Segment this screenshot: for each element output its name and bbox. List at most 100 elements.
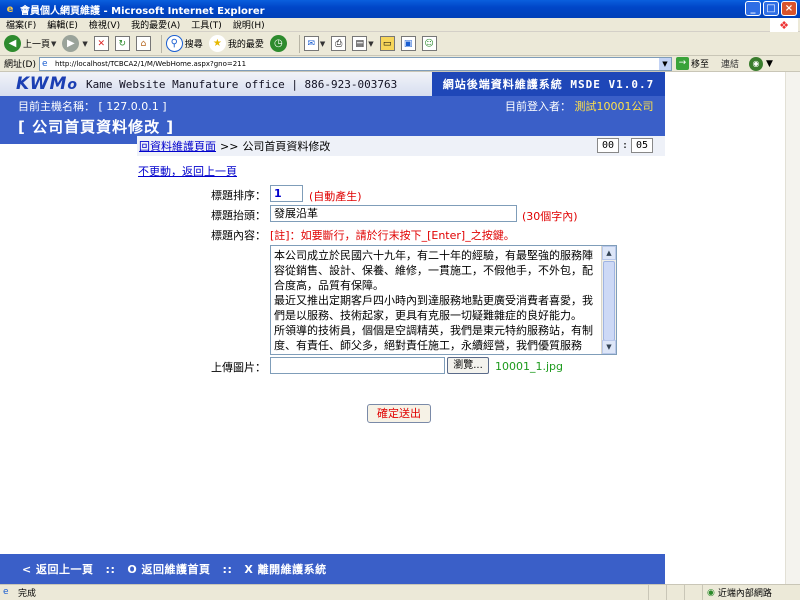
order-input[interactable]: 1 — [270, 185, 303, 202]
logo-text: KWM — [16, 74, 68, 94]
menu-help[interactable]: 說明(H) — [233, 18, 265, 31]
mail-icon: ✉ — [303, 36, 319, 51]
site-logo: KWMo — [16, 74, 78, 94]
page-icon: e — [41, 58, 48, 69]
go-button[interactable]: → 移至 — [675, 57, 709, 70]
textarea-scrollbar[interactable]: ▲ ▼ — [601, 246, 616, 354]
security-zone: ◉ 近端內部網路 — [702, 585, 800, 600]
research-button[interactable]: ▣ — [400, 34, 416, 54]
discuss-button[interactable]: ▭ — [379, 34, 395, 54]
page-scrollbar[interactable] — [785, 72, 800, 584]
order-hint: (自動產生) — [309, 190, 362, 203]
folder-icon: ▭ — [379, 36, 395, 51]
content-note: [註]：如要斷行，請於行末按下_[Enter]_之按鍵。 — [270, 229, 515, 242]
menu-edit[interactable]: 編輯(E) — [47, 18, 78, 31]
status-cell — [648, 585, 666, 600]
title-label: 標題抬頭： — [211, 209, 266, 222]
messenger-button[interactable]: ☺ — [421, 34, 437, 54]
footer-separator: :: — [222, 562, 233, 576]
address-bar: 網址(D) e http://localhost/TCBCA2/1/M/WebH… — [0, 56, 800, 72]
stop-button[interactable]: ✕ — [93, 34, 109, 54]
browse-button[interactable]: 瀏覽... — [447, 357, 489, 374]
chevron-down-icon: ▼ — [51, 39, 57, 48]
status-cell — [666, 585, 684, 600]
addon-icon[interactable]: ◉ — [748, 56, 763, 71]
window-title: 會員個人網頁維護 - Microsoft Internet Explorer — [20, 5, 265, 17]
history-icon: ◷ — [269, 35, 287, 52]
breadcrumb-link-maintenance[interactable]: 回資料維護頁面 — [139, 138, 216, 154]
logo-suffix: o — [67, 77, 79, 93]
links-button[interactable]: 連結 — [721, 57, 739, 70]
maximize-button[interactable]: □ — [763, 1, 779, 16]
page-viewport: KWMo Kame Website Manufature office | 88… — [0, 72, 785, 584]
search-button[interactable]: ⚲ 搜尋 — [165, 34, 203, 54]
system-name: 網站後端資料維護系統 MSDE V1.0.7 — [432, 72, 665, 96]
minimize-button[interactable]: _ — [745, 1, 761, 16]
home-button[interactable]: ⌂ — [135, 34, 151, 54]
close-button[interactable]: × — [781, 1, 797, 16]
scroll-down-icon[interactable]: ▼ — [602, 340, 616, 354]
host-label: 目前主機名稱： — [18, 100, 95, 113]
submit-button[interactable]: 確定送出 — [367, 404, 431, 423]
addon-buttons: ◉ ▼ — [748, 56, 773, 71]
user-info: 目前登入者： 測試10001公司 — [505, 98, 654, 114]
refresh-icon: ↻ — [114, 36, 130, 51]
favorites-button[interactable]: ★ 我的最愛 — [208, 34, 264, 54]
back-button[interactable]: ◀ 上一頁 ▼ — [4, 34, 56, 54]
address-input[interactable]: e http://localhost/TCBCA2/1/M/WebHome.as… — [38, 56, 672, 71]
edit-button[interactable]: ▤ ▼ — [352, 34, 374, 54]
footer-exit-link[interactable]: X 離開維護系統 — [244, 561, 326, 577]
research-icon: ▣ — [400, 36, 416, 51]
back-no-change-link[interactable]: 不更動，返回上一頁 — [138, 163, 237, 179]
scroll-up-icon[interactable]: ▲ — [602, 246, 616, 260]
page-done-icon: e — [3, 586, 9, 597]
messenger-icon: ☺ — [421, 36, 437, 51]
toolbar-divider — [298, 34, 300, 53]
stop-icon: ✕ — [93, 36, 109, 51]
ie-logo-icon: e — [6, 3, 14, 15]
breadcrumb-separator: >> — [220, 139, 239, 153]
window-titlebar: e 會員個人網頁維護 - Microsoft Internet Explorer… — [0, 0, 800, 18]
forward-arrow-icon: ▶ — [62, 35, 80, 52]
edit-icon: ▤ — [352, 36, 368, 51]
print-button[interactable]: ⎙ — [331, 34, 347, 54]
mail-button[interactable]: ✉ ▼ — [303, 34, 326, 54]
menu-view[interactable]: 檢視(V) — [89, 18, 120, 31]
star-icon: ★ — [208, 35, 226, 52]
order-label: 標題排序： — [211, 189, 266, 202]
refresh-button[interactable]: ↻ — [114, 34, 130, 54]
menu-bar: 檔案(F) 編輯(E) 檢視(V) 我的最愛(A) 工具(T) 說明(H) — [0, 18, 800, 32]
menu-favorites[interactable]: 我的最愛(A) — [131, 18, 180, 31]
title-hint: (30個字內) — [522, 210, 578, 223]
go-arrow-icon: → — [675, 57, 689, 70]
status-text: 完成 — [18, 589, 37, 599]
footer-home-link[interactable]: O 返回維護首頁 — [127, 561, 210, 577]
menu-tools[interactable]: 工具(T) — [191, 18, 222, 31]
menu-file[interactable]: 檔案(F) — [6, 18, 36, 31]
footer-back-link[interactable]: < 返回上一頁 — [22, 561, 94, 577]
history-button[interactable]: ◷ — [269, 34, 289, 54]
browser-toolbar: ◀ 上一頁 ▼ ▶ ▼ ✕ ↻ ⌂ ⚲ 搜尋 ★ 我的最愛 ◷ ✉ ▼ ⎙ ▤ … — [0, 32, 800, 56]
breadcrumb: 回資料維護頁面 >> 公司首頁資料修改 00 : 05 — [137, 136, 665, 156]
windows-flag-icon: ❖ — [770, 18, 798, 32]
content-text: 本公司成立於民國六十九年，有二十年的經驗，有最堅強的服務陣容從銷售、設計、保養、… — [274, 249, 593, 352]
status-bar: e 完成 ◉ 近端內部網路 — [0, 584, 800, 600]
scroll-thumb[interactable] — [603, 261, 615, 341]
chevron-down-icon[interactable]: ▼ — [766, 59, 773, 69]
session-timer: 00 : 05 — [596, 138, 653, 153]
status-cells: ◉ 近端內部網路 — [648, 585, 800, 600]
home-icon: ⌂ — [135, 36, 151, 51]
file-path-input[interactable] — [270, 357, 445, 374]
footer-separator: :: — [105, 562, 116, 576]
forward-button[interactable]: ▶ ▼ — [62, 34, 88, 54]
title-input[interactable]: 發展沿革 — [270, 205, 517, 222]
search-label: 搜尋 — [184, 40, 203, 50]
company-info: Kame Website Manufature office | 886-923… — [86, 77, 398, 91]
user-value: 測試10001公司 — [574, 100, 654, 113]
chevron-down-icon: ▼ — [319, 39, 326, 48]
back-label: 上一頁 — [23, 40, 51, 50]
content-label: 標題內容： — [211, 229, 266, 242]
host-value: [ 127.0.0.1 ] — [98, 100, 167, 113]
chevron-down-icon[interactable]: ▼ — [658, 57, 671, 70]
content-textarea[interactable]: 本公司成立於民國六十九年，有二十年的經驗，有最堅強的服務陣容從銷售、設計、保養、… — [270, 245, 617, 355]
